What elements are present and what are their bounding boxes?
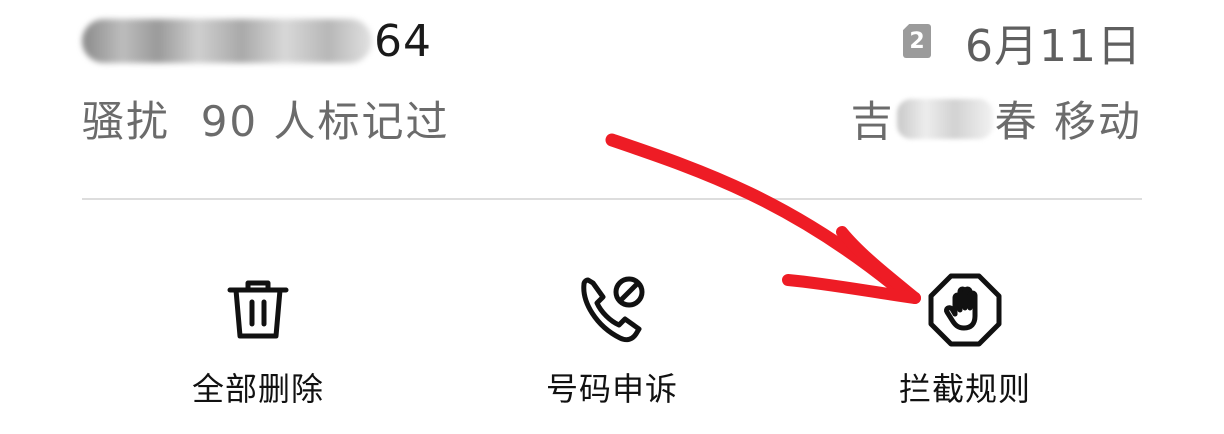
redacted-number-blur <box>82 19 372 63</box>
delete-all-label: 全部删除 <box>191 370 324 408</box>
trash-icon <box>218 270 298 350</box>
number-appeal-label: 号码申诉 <box>545 370 678 408</box>
block-rules-label: 拦截规则 <box>898 370 1031 408</box>
delete-all-button[interactable]: 全部删除 <box>148 270 368 410</box>
redacted-location-blur <box>896 98 993 139</box>
sim-card-2-icon: 2 <box>903 24 931 58</box>
call-date: 6月11日 <box>965 21 1142 72</box>
number-appeal-button[interactable]: 号码申诉 <box>502 270 722 410</box>
divider <box>82 198 1142 200</box>
location-prefix: 吉 <box>850 97 895 146</box>
phone-blocked-icon <box>572 270 652 350</box>
spam-tag: 骚扰 90 人标记过 <box>82 97 450 146</box>
block-rules-button[interactable]: 拦截规则 <box>855 270 1075 410</box>
phone-number-tail: 64 <box>374 15 432 67</box>
phone-number: 64 <box>82 8 432 74</box>
number-location: 吉 春 移动 <box>851 88 1142 149</box>
location-suffix: 春 移动 <box>994 97 1142 146</box>
hand-stop-icon <box>925 270 1005 350</box>
action-bar: 全部删除 号码申诉 拦截规则 <box>0 270 1224 420</box>
call-record-header: 64 2 6月11日 骚扰 90 人标记过 吉 春 移动 <box>0 0 1224 200</box>
